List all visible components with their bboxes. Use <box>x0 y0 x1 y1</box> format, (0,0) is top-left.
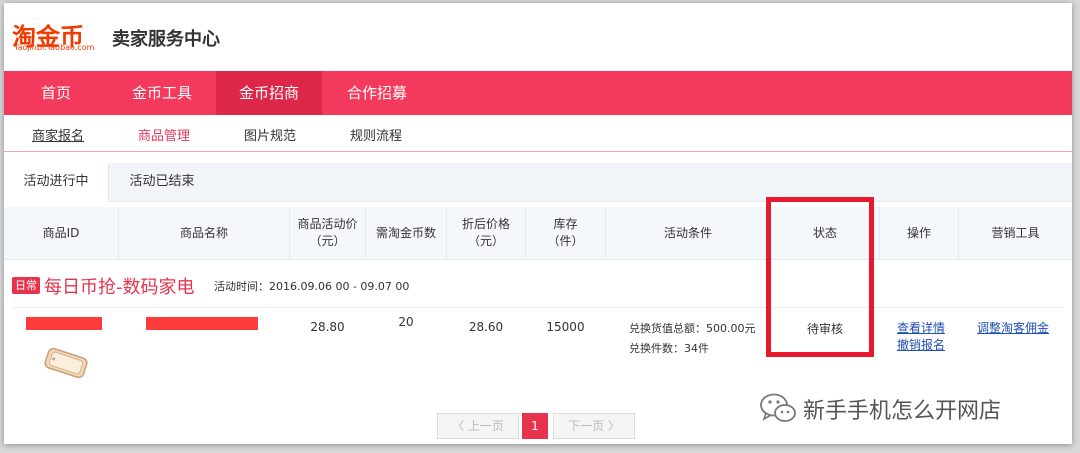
wechat-icon <box>760 393 796 422</box>
nav-item-home[interactable]: 首页 <box>4 71 108 115</box>
tab-ongoing[interactable]: 活动进行中 <box>4 163 109 202</box>
stock-count: 15000 <box>546 320 585 334</box>
page-frame: 淘金币 Taojinbi.Taobao.com 卖家服务中心 首页 金币工具 金… <box>4 3 1072 444</box>
main-nav: 首页 金币工具 金币招商 合作招募 <box>4 71 1072 115</box>
chevron-right-icon: 〉 <box>604 419 620 433</box>
col-discount-price: 折后价格 （元） <box>447 207 526 259</box>
condition-item-count: 兑换件数：34件 <box>629 342 709 355</box>
sub-nav: 商家报名 商品管理 图片规范 规则流程 <box>4 115 1072 152</box>
col-action: 操作 <box>880 207 959 259</box>
watermark-text: 新手手机怎么开网店 <box>803 399 1002 424</box>
group-time: 活动时间：2016.09.06 00 - 09.07 00 <box>214 280 410 293</box>
col-coins-needed: 需淘金币数 <box>366 207 447 259</box>
table-header: 商品ID 商品名称 商品活动价 （元） 需淘金币数 折后价格 （元） 库存 （件） 活… <box>4 207 1072 260</box>
nav-item-coin-merchant[interactable]: 金币招商 <box>216 71 322 115</box>
logo-subtitle: Taojinbi.Taobao.com <box>14 43 95 52</box>
status-highlight-box <box>766 197 874 357</box>
adjust-commission-link[interactable]: 调整淘客佣金 <box>977 319 1049 336</box>
row-divider <box>12 307 1064 308</box>
group-title: 每日币抢-数码家电 <box>44 277 195 298</box>
activity-condition: 兑换货值总额：500.00元 兑换件数：34件 <box>629 319 756 359</box>
daily-badge: 日常 <box>12 277 40 294</box>
header: 淘金币 Taojinbi.Taobao.com 卖家服务中心 <box>4 3 1072 71</box>
redacted-product-name <box>146 317 258 330</box>
nav-item-coin-tools[interactable]: 金币工具 <box>108 71 216 115</box>
subnav-item-product-manage[interactable]: 商品管理 <box>138 125 190 144</box>
phone-case-thumbnail[interactable] <box>40 345 92 381</box>
condition-total-value: 兑换货值总额：500.00元 <box>629 322 756 335</box>
discount-price: 28.60 <box>468 320 504 334</box>
page-number-current[interactable]: 1 <box>522 413 548 439</box>
col-condition: 活动条件 <box>606 207 771 259</box>
chevron-left-icon: 〈 <box>452 419 468 433</box>
nav-item-partner-recruit[interactable]: 合作招募 <box>322 71 432 115</box>
view-details-link[interactable]: 查看详情 <box>897 319 945 336</box>
header-title: 卖家服务中心 <box>112 29 220 50</box>
activity-tabs: 活动进行中 活动已结束 <box>4 163 1072 202</box>
cancel-signup-link[interactable]: 撤销报名 <box>897 336 945 353</box>
subnav-item-rules[interactable]: 规则流程 <box>350 125 402 144</box>
activity-price: 28.80 <box>310 320 345 334</box>
redacted-product-id <box>26 317 102 330</box>
subnav-item-image-spec[interactable]: 图片规范 <box>244 125 296 144</box>
tab-ended[interactable]: 活动已结束 <box>110 163 214 201</box>
col-stock: 库存 （件） <box>526 207 606 259</box>
col-product-id: 商品ID <box>4 207 119 259</box>
next-page-button[interactable]: 下一页 〉 <box>553 413 635 439</box>
coins-needed: 20 <box>398 315 414 329</box>
col-product-name: 商品名称 <box>119 207 290 259</box>
watermark: 新手手机怎么开网店 <box>759 389 1059 429</box>
col-activity-price: 商品活动价 （元） <box>290 207 366 259</box>
col-marketing: 营销工具 <box>991 225 1040 240</box>
prev-page-button[interactable]: 〈 上一页 <box>437 413 519 439</box>
subnav-item-merchant-signup[interactable]: 商家报名 <box>32 125 84 144</box>
